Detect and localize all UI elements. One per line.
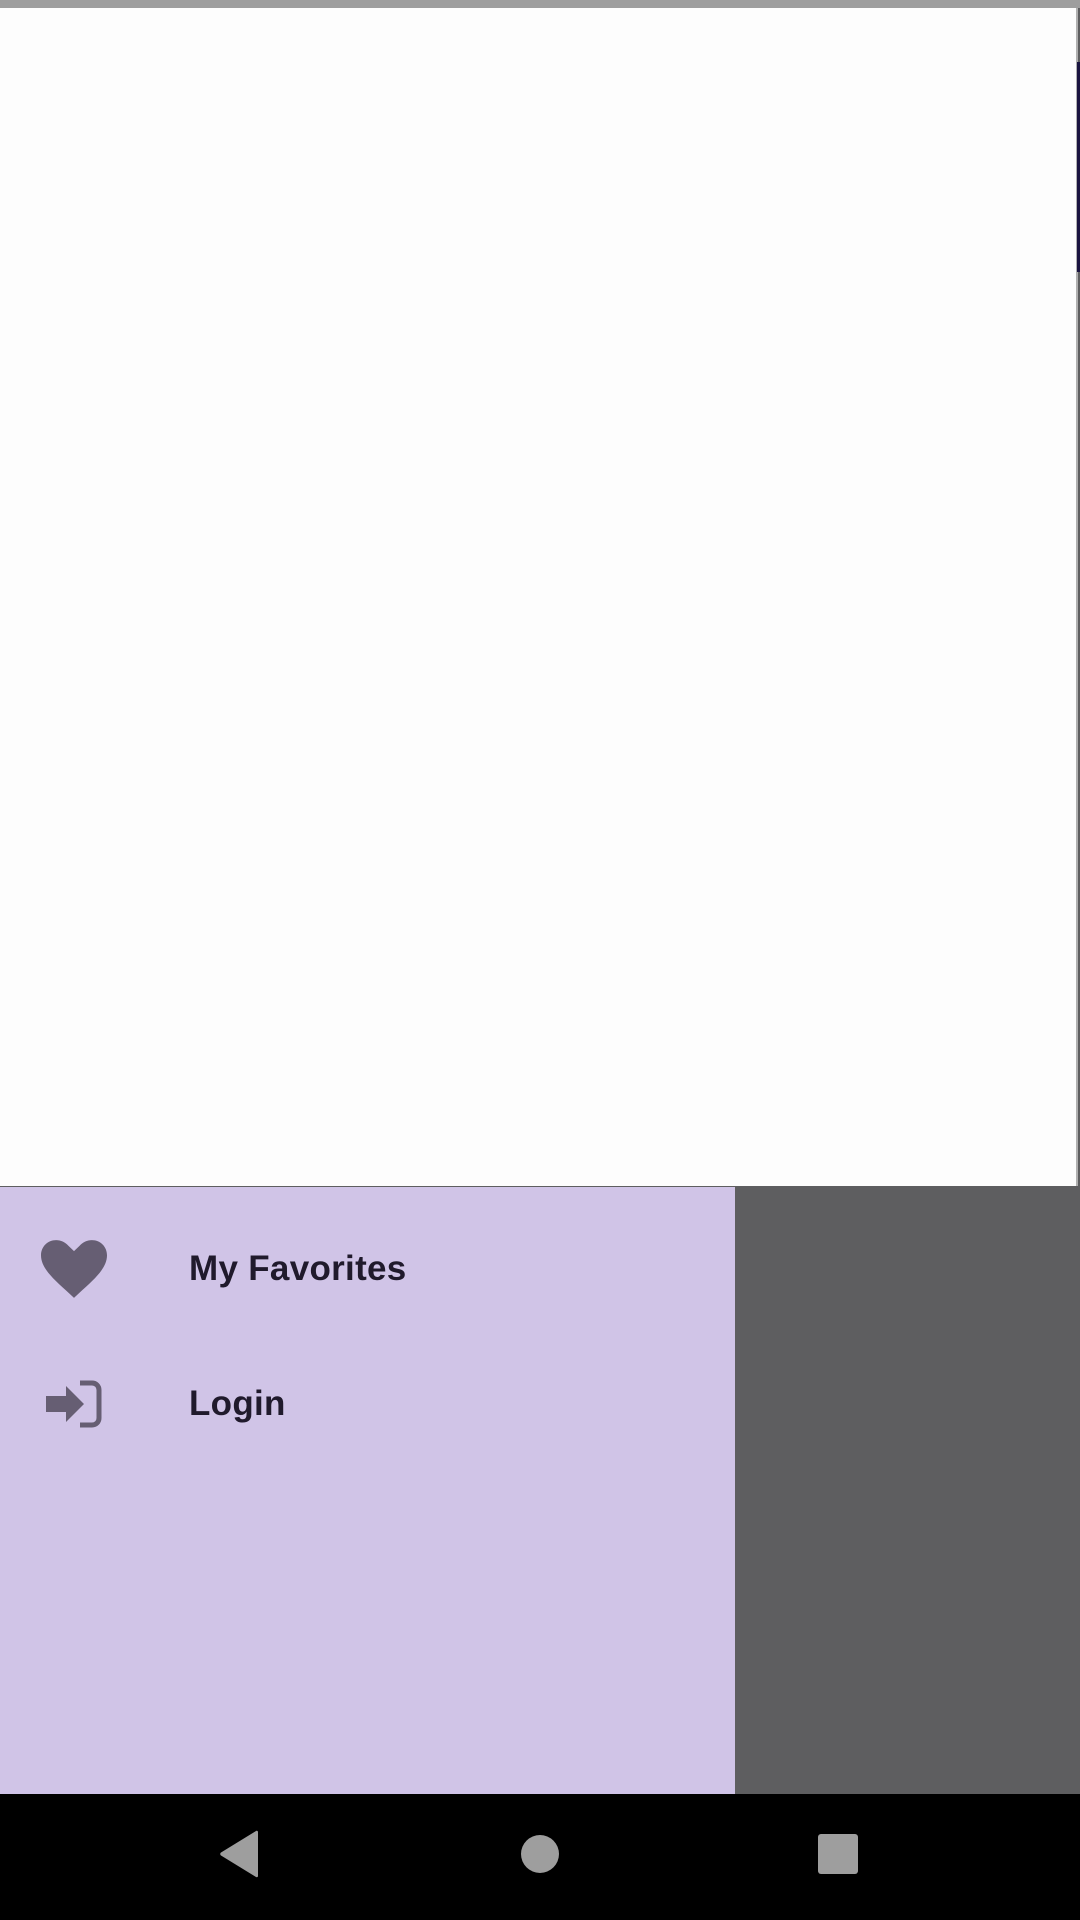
- screen: My Favorites Login: [0, 0, 1080, 1920]
- navigation-drawer: My Favorites Login: [0, 1187, 735, 1794]
- back-icon: [218, 1830, 262, 1883]
- drawer-item-my-favorites[interactable]: My Favorites: [0, 1214, 735, 1324]
- back-button[interactable]: [200, 1816, 280, 1896]
- drawer-item-label: Login: [189, 1384, 286, 1423]
- drawer-scrim[interactable]: [735, 1187, 1080, 1794]
- home-button[interactable]: [500, 1816, 580, 1896]
- system-navigation-bar: [0, 1794, 1080, 1920]
- drawer-item-label: My Favorites: [189, 1249, 407, 1288]
- home-icon: [520, 1834, 560, 1879]
- drawer-item-login[interactable]: Login: [0, 1349, 735, 1459]
- login-icon: [38, 1372, 110, 1436]
- recents-icon: [817, 1833, 859, 1880]
- content-sheet: [0, 8, 1078, 1186]
- status-bar: [0, 0, 1080, 8]
- recents-button[interactable]: [798, 1816, 878, 1896]
- heart-icon: [38, 1237, 110, 1301]
